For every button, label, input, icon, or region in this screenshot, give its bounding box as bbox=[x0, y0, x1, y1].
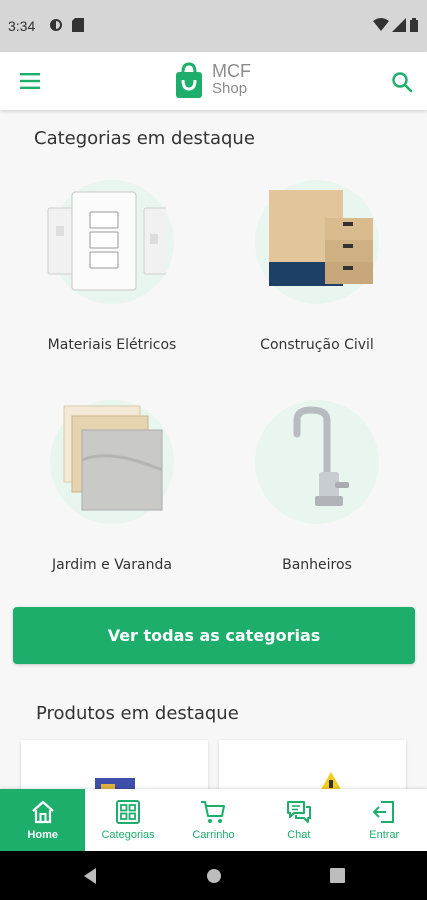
nav-chat[interactable]: Chat bbox=[256, 789, 341, 851]
status-time: 3:34 bbox=[8, 18, 36, 34]
cart-icon bbox=[201, 801, 226, 823]
category-materiais-eletricos[interactable]: Materiais Elétricos bbox=[22, 180, 202, 353]
nav-label: Carrinho bbox=[192, 829, 235, 841]
category-label: Banheiros bbox=[282, 557, 352, 573]
nav-categorias[interactable]: Categorias bbox=[85, 789, 170, 851]
view-all-categories-button[interactable]: Ver todas as categorias bbox=[13, 607, 415, 664]
nav-entrar[interactable]: Entrar bbox=[342, 789, 427, 851]
electrical-outlets-image bbox=[47, 180, 174, 304]
category-label: Materiais Elétricos bbox=[47, 337, 177, 353]
status-bar: 3:34 bbox=[0, 0, 427, 52]
category-label: Construção Civil bbox=[260, 337, 374, 353]
category-construcao-civil[interactable]: Construção Civil bbox=[227, 180, 407, 353]
mcf-shop-logo: MCF Shop bbox=[174, 60, 264, 104]
system-navigation-bar bbox=[0, 851, 427, 900]
app-header: MCF Shop bbox=[0, 52, 427, 110]
grid-icon bbox=[116, 800, 141, 824]
shopping-bag-icon bbox=[176, 62, 202, 98]
sd-card-icon bbox=[72, 18, 84, 32]
wifi-icon bbox=[373, 18, 389, 31]
logo-text: MCF Shop bbox=[212, 61, 251, 97]
nav-label: Entrar bbox=[369, 829, 400, 841]
battery-icon bbox=[410, 18, 418, 32]
recents-icon[interactable] bbox=[330, 868, 345, 883]
notification-icon bbox=[50, 19, 62, 31]
nav-carrinho[interactable]: Carrinho bbox=[171, 789, 256, 851]
signal-icon bbox=[392, 18, 406, 32]
nav-label: Categorias bbox=[101, 829, 155, 841]
menu-icon[interactable] bbox=[18, 71, 42, 91]
search-icon[interactable] bbox=[390, 70, 414, 94]
nav-home[interactable]: Home bbox=[0, 789, 86, 851]
bottom-navigation: Home Categorias Carrinho Chat Entrar bbox=[0, 789, 427, 851]
chat-icon bbox=[286, 801, 311, 823]
login-icon bbox=[373, 801, 395, 823]
logo-line2: Shop bbox=[212, 80, 248, 97]
category-banheiros[interactable]: Banheiros bbox=[227, 400, 407, 573]
back-icon[interactable] bbox=[82, 867, 98, 885]
nav-label: Chat bbox=[287, 829, 311, 841]
cement-bags-image bbox=[255, 180, 379, 304]
featured-products-title: Produtos em destaque bbox=[36, 703, 239, 724]
home-icon bbox=[31, 800, 54, 824]
category-label: Jardim e Varanda bbox=[52, 557, 172, 573]
featured-categories-title: Categorias em destaque bbox=[34, 128, 255, 149]
floor-tiles-image bbox=[50, 400, 174, 524]
category-jardim-e-varanda[interactable]: Jardim e Varanda bbox=[22, 400, 202, 573]
logo-line1: MCF bbox=[212, 61, 251, 81]
home-button-icon[interactable] bbox=[206, 868, 222, 884]
nav-label: Home bbox=[27, 829, 58, 841]
faucet-image bbox=[255, 400, 379, 524]
